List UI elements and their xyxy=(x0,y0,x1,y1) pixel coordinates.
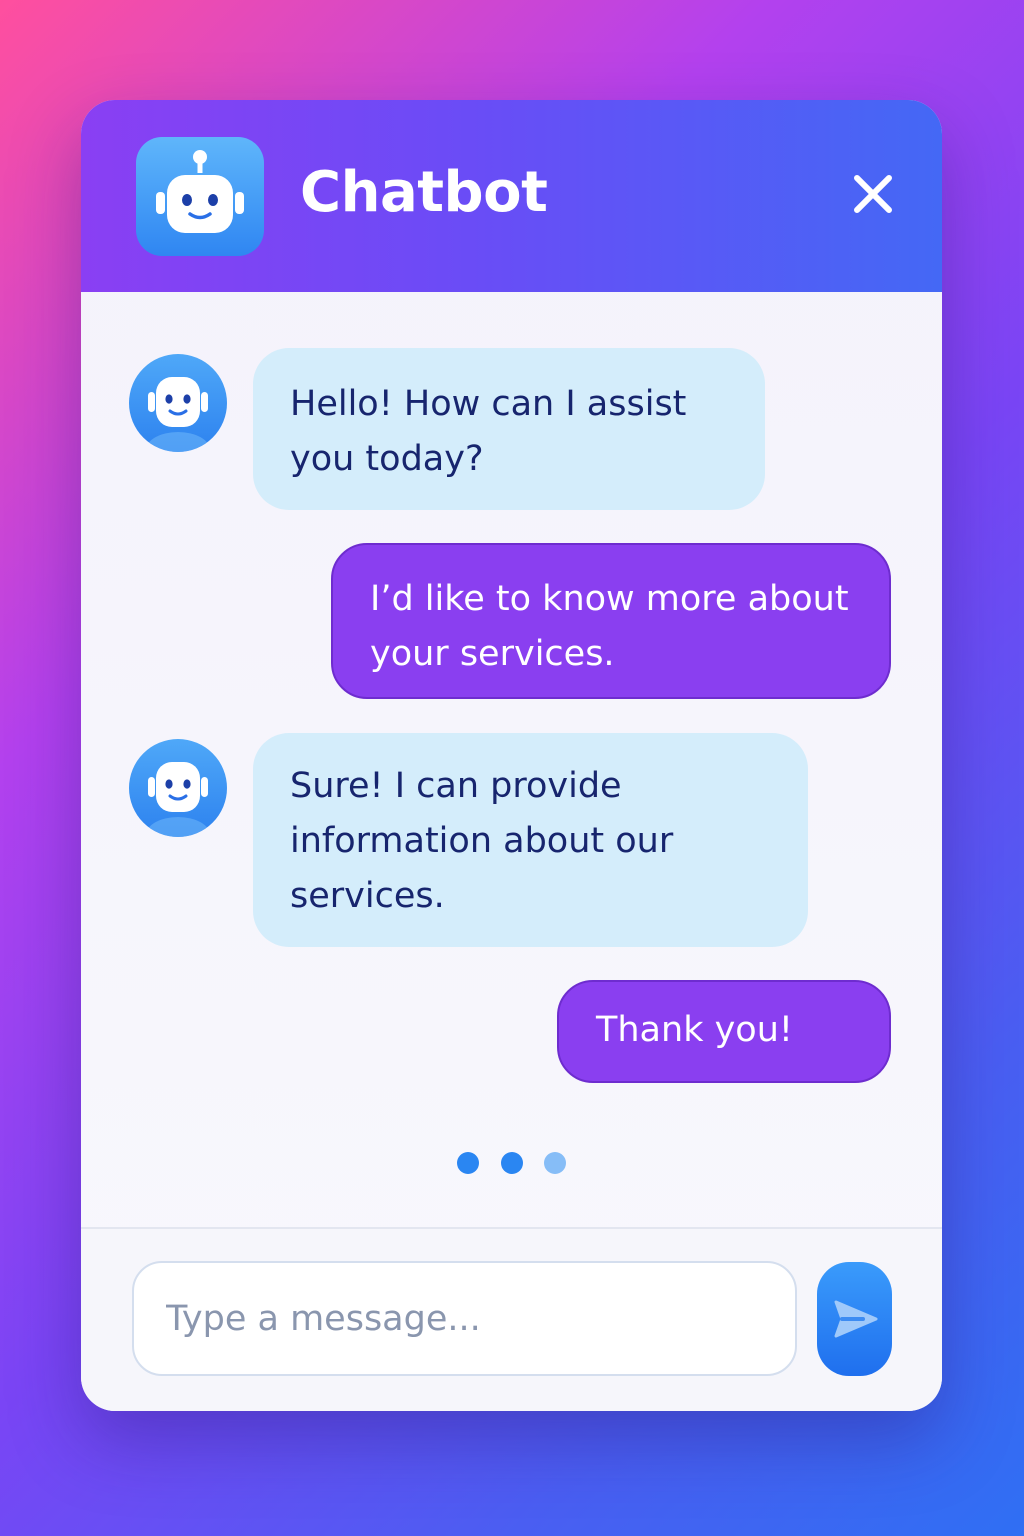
send-button[interactable] xyxy=(817,1262,892,1376)
close-button[interactable] xyxy=(847,168,899,220)
typing-dot xyxy=(501,1152,523,1174)
chat-header: Chatbot xyxy=(81,100,942,292)
robot-icon xyxy=(146,377,210,452)
close-icon xyxy=(854,175,892,213)
user-message: I’d like to know more about your service… xyxy=(331,543,891,699)
bot-avatar xyxy=(129,354,227,452)
chat-title: Chatbot xyxy=(300,160,548,225)
robot-icon xyxy=(136,137,264,256)
message-input[interactable] xyxy=(132,1261,797,1376)
bot-avatar xyxy=(129,739,227,837)
composer xyxy=(81,1227,942,1411)
bot-message: Sure! I can provide information about ou… xyxy=(253,733,808,947)
user-message: Thank you! xyxy=(557,980,891,1083)
bot-message: Hello! How can I assist you today? xyxy=(253,348,765,510)
send-icon xyxy=(834,1300,878,1338)
typing-dot xyxy=(544,1152,566,1174)
typing-dot xyxy=(457,1152,479,1174)
chat-window: Chatbot Hello! How can I assist you toda… xyxy=(81,100,942,1411)
message-list[interactable]: Hello! How can I assist you today? I’d l… xyxy=(81,292,942,1227)
robot-icon xyxy=(146,762,210,837)
